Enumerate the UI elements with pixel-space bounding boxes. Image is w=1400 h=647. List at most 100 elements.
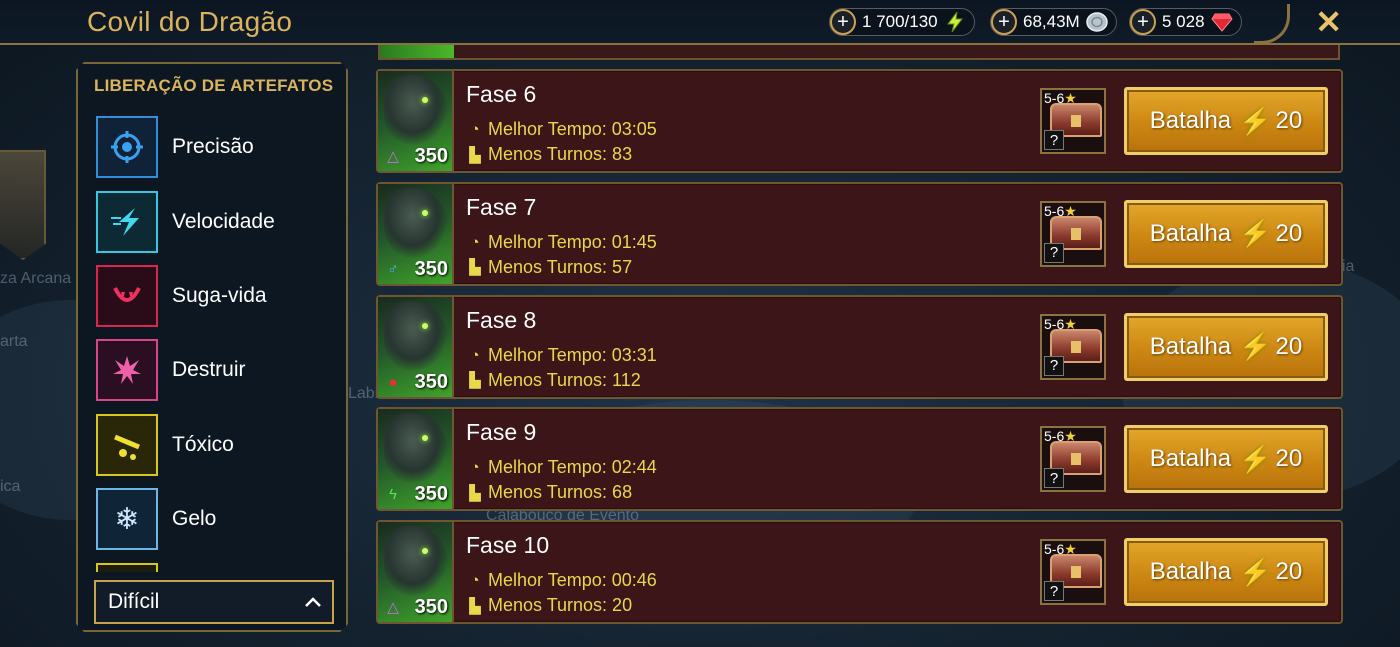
reward-chest[interactable]: 5-6★ ? <box>1040 539 1106 606</box>
map-label: arta <box>0 333 28 350</box>
magic-affinity-icon: △ <box>387 148 399 165</box>
panel-header: LIBERAÇÃO DE ARTEFATOS <box>94 76 334 95</box>
clock-icon: ◔ <box>470 121 480 138</box>
page-title: Covil do Dragão <box>87 6 293 37</box>
stage-row[interactable]: ϟ 350 Fase 9 ◔ Melhor Tempo: 02:44 ▙ Menos… <box>376 407 1343 512</box>
add-gems-button[interactable]: + <box>1130 9 1156 35</box>
lightning-icon <box>946 11 963 33</box>
boss-level: 350 <box>414 370 448 393</box>
best-time: ◔ Melhor Tempo: 00:46 <box>466 570 656 591</box>
min-turns: ▙ Menos Turnos: 20 <box>466 595 632 616</box>
boss-portrait: ● 350 <box>378 296 454 397</box>
clock-icon: ◔ <box>470 233 480 251</box>
toxic-icon <box>96 414 158 476</box>
min-turns: ▙ Menos Turnos: 68 <box>466 482 632 503</box>
ruby-icon <box>1210 13 1233 32</box>
stage-row[interactable]: △ 350 Fase 10 ◔ Melhor Tempo: 00:46 ▙ Meno… <box>376 520 1343 625</box>
filter-label: Velocidade <box>172 209 275 233</box>
best-time: ◔ Melhor Tempo: 03:05 <box>466 119 656 140</box>
stage-row[interactable]: ♂ 350 Fase 7 ◔ Melhor Tempo: 01:45 ▙ Menos… <box>376 181 1343 286</box>
stage-name: Fase 9 <box>466 419 537 446</box>
speed-icon <box>96 191 158 253</box>
best-time: ◔ Melhor Tempo: 01:45 <box>466 232 656 253</box>
question-icon: ? <box>1044 355 1064 376</box>
stage-row[interactable]: △ 350 Fase 6 ◔ Melhor Tempo: 03:05 ▙ Menos… <box>376 69 1343 173</box>
boss-level: 350 <box>414 145 448 167</box>
difficulty-select[interactable]: Difícil <box>94 580 334 624</box>
filter-item-speed[interactable]: Velocidade <box>96 184 336 258</box>
filter-label: Suga-vida <box>172 283 267 307</box>
boss-portrait: △ 350 <box>378 71 454 171</box>
energy-counter[interactable]: + 1 700/130 <box>829 8 975 36</box>
map-label: ia <box>1342 258 1355 275</box>
boss-level: 350 <box>414 257 448 280</box>
reward-chest[interactable]: 5-6★ ? <box>1040 313 1106 380</box>
boot-icon: ▙ <box>469 259 481 277</box>
frost-icon: ❄ <box>96 488 158 550</box>
boot-icon: ▙ <box>469 484 481 502</box>
boss-portrait: ϟ 350 <box>378 409 454 510</box>
question-icon: ? <box>1044 468 1064 489</box>
map-label: ica <box>0 478 21 495</box>
reward-chest[interactable]: 5-6★ ? <box>1040 200 1106 267</box>
lifesteal-icon <box>96 265 158 327</box>
lightning-icon: ⚡ <box>1239 443 1272 474</box>
map-portrait[interactable] <box>0 150 46 260</box>
gems-counter[interactable]: + 5 028 <box>1129 8 1242 36</box>
boot-icon: ▙ <box>469 597 481 615</box>
boss-portrait: △ 350 <box>378 522 454 623</box>
boot-icon: ▙ <box>469 146 481 164</box>
lightning-icon: ⚡ <box>1239 331 1272 362</box>
battle-button[interactable]: Batalha ⚡ 20 <box>1124 199 1328 268</box>
stage-name: Fase 8 <box>466 306 537 333</box>
filter-item-partial[interactable] <box>96 556 336 572</box>
best-time: ◔ Melhor Tempo: 02:44 <box>466 457 656 478</box>
lightning-icon: ⚡ <box>1239 218 1272 249</box>
min-turns: ▙ Menos Turnos: 112 <box>466 370 641 391</box>
stat-filter-list[interactable]: Precisão Velocidade Suga-vida Destruir T… <box>96 110 336 572</box>
spirit-affinity-icon: ϟ <box>389 486 397 504</box>
map-label: za Arcana <box>0 270 72 287</box>
filter-label: Precisão <box>172 135 254 159</box>
filter-item-destroy[interactable]: Destruir <box>96 333 336 407</box>
reward-chest[interactable]: 5-6★ ? <box>1040 426 1106 493</box>
filter-item-frost[interactable]: ❄ Gelo <box>96 482 336 556</box>
filter-item-accuracy[interactable]: Precisão <box>96 110 336 184</box>
close-button[interactable]: ✕ <box>1315 3 1342 41</box>
add-energy-button[interactable]: + <box>830 9 856 35</box>
void-affinity-icon: ● <box>388 373 398 391</box>
stage-list[interactable]: △ 350 Fase 6 ◔ Melhor Tempo: 03:05 ▙ Menos… <box>376 69 1343 633</box>
battle-button[interactable]: Batalha ⚡ 20 <box>1124 87 1328 155</box>
boss-level: 350 <box>414 483 448 506</box>
stage-name: Fase 6 <box>466 81 537 107</box>
chevron-up-icon <box>304 596 322 608</box>
filter-item-lifesteal[interactable]: Suga-vida <box>96 259 336 333</box>
top-bar: Covil do Dragão + 1 700/130 + 68,43M + 5… <box>0 0 1400 45</box>
corner-decoration <box>1254 4 1290 44</box>
min-turns: ▙ Menos Turnos: 83 <box>466 144 632 165</box>
energy-value: 1 700/130 <box>862 12 938 31</box>
lightning-icon: ⚡ <box>1239 105 1272 136</box>
map-label: Labi <box>348 385 379 402</box>
stage-row-partial <box>378 45 1340 60</box>
best-time: ◔ Melhor Tempo: 03:31 <box>466 345 656 366</box>
boss-level: 350 <box>414 596 448 619</box>
question-icon: ? <box>1044 242 1064 263</box>
battle-button[interactable]: Batalha ⚡ 20 <box>1124 425 1328 494</box>
silver-coin-icon <box>1085 12 1108 32</box>
boss-portrait: ♂ 350 <box>378 183 454 284</box>
min-turns: ▙ Menos Turnos: 57 <box>466 257 632 278</box>
add-silver-button[interactable]: + <box>991 9 1017 35</box>
stage-name: Fase 7 <box>466 193 537 220</box>
filter-item-toxic[interactable]: Tóxico <box>96 408 336 482</box>
reward-chest[interactable]: 5-6★ ? <box>1040 88 1106 154</box>
stage-row[interactable]: ● 350 Fase 8 ◔ Melhor Tempo: 03:31 ▙ Menos… <box>376 294 1343 399</box>
boot-icon: ▙ <box>469 372 481 390</box>
magic-affinity-icon: △ <box>387 599 399 617</box>
destroy-icon <box>96 339 158 401</box>
battle-button[interactable]: Batalha ⚡ 20 <box>1124 312 1328 381</box>
battle-button[interactable]: Batalha ⚡ 20 <box>1124 538 1328 607</box>
filter-label: Tóxico <box>172 432 234 456</box>
lightning-icon: ⚡ <box>1239 556 1272 587</box>
silver-counter[interactable]: + 68,43M <box>990 8 1117 36</box>
